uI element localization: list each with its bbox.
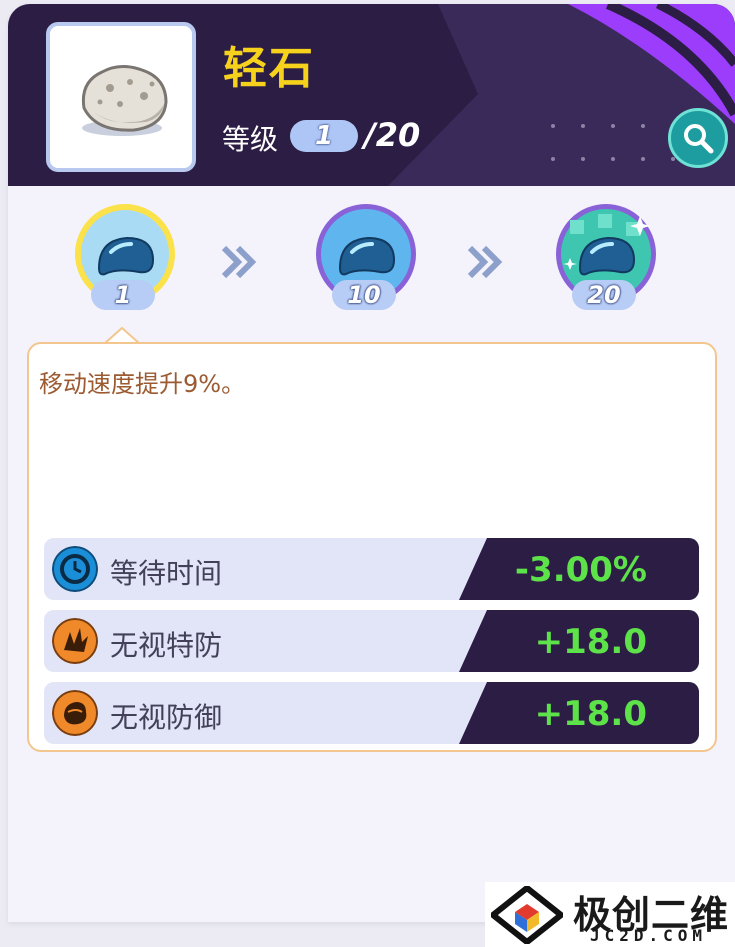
item-image-frame [46,22,196,172]
stat-value: +18.0 [534,694,647,734]
level-label: 等级 [222,123,279,156]
clock-icon [52,546,98,592]
pumice-stone-icon [81,65,168,136]
burst-icon [52,618,98,664]
watermark-logo-icon [491,886,563,944]
stat-row: 无视防御 +18.0 [44,682,699,744]
stat-row: 等待时间 -3.00% [44,538,699,600]
tier-level-number: 20 [572,280,636,310]
tier-level-20[interactable]: 20 [550,202,660,318]
magnifier-icon [684,124,714,154]
current-level-badge: 1 [290,120,358,152]
stat-label: 无视特防 [110,629,223,662]
stat-label: 等待时间 [110,557,223,590]
effect-description: 移动速度提升9%。 [39,370,246,398]
stat-row: 无视特防 +18.0 [44,610,699,672]
stat-label: 无视防御 [110,701,223,734]
tier-level-10[interactable]: 10 [310,202,420,318]
tier-level-number: 10 [332,280,396,310]
stat-value: -3.00% [514,550,647,590]
effect-description-panel: 移动速度提升9%。 等待时间 -3.00% 无视特防 +18.0 无视防御 +1… [27,342,717,752]
item-header: 轻石 等级 1 /20 [8,4,735,186]
max-level: /20 [364,116,421,154]
tier-level-1[interactable]: 1 [69,202,179,318]
stat-value: +18.0 [534,622,647,662]
watermark: 极创二维 JC2D.COM [485,882,735,947]
tier-level-number: 1 [91,280,155,310]
chevron-right-icon [221,245,257,279]
item-name: 轻石 [223,43,315,94]
item-detail-card: 轻石 等级 1 /20 1 10 20 移动速度提升9%。 等待时间 -3.00… [8,4,735,922]
search-button[interactable] [668,108,728,168]
chevron-right-icon [467,245,503,279]
fist-icon [52,690,98,736]
watermark-url: JC2D.COM [590,926,708,945]
